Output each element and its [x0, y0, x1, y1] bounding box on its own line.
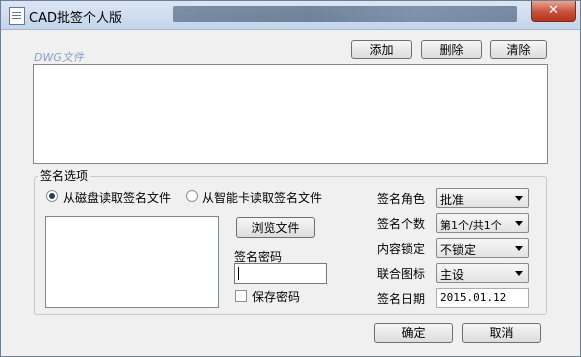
chevron-down-icon — [515, 221, 523, 226]
chevron-down-icon — [515, 271, 523, 276]
password-input[interactable] — [234, 263, 327, 284]
radio-read-from-smartcard-label: 从智能卡读取签名文件 — [202, 191, 323, 205]
field-label-joint-icon: 联合图标 — [376, 267, 425, 281]
redacted-title-area — [173, 6, 517, 22]
dialog-window: CAD批签个人版 ✕ 添加 删除 清除 DWG文件 签名选项 从磁盘读取签名文件… — [0, 0, 581, 357]
role-select-value: 批准 — [440, 193, 465, 207]
joint-icon-select-value: 主设 — [440, 268, 465, 282]
chevron-down-icon — [515, 246, 523, 251]
dwg-file-list[interactable] — [33, 64, 548, 164]
radio-read-from-disk-label: 从磁盘读取签名文件 — [63, 191, 172, 205]
role-select[interactable]: 批准 — [436, 188, 529, 208]
field-label-count: 签名个数 — [376, 217, 425, 231]
field-label-date: 签名日期 — [376, 292, 425, 306]
text-caret — [238, 267, 239, 280]
count-select-value: 第1个/共1个 — [440, 219, 502, 232]
close-button[interactable]: ✕ — [531, 1, 576, 22]
radio-read-from-smartcard[interactable] — [186, 190, 198, 202]
chevron-down-icon — [515, 196, 523, 201]
cancel-button[interactable]: 取消 — [462, 323, 541, 343]
browse-file-button[interactable]: 浏览文件 — [236, 217, 315, 238]
delete-button[interactable]: 删除 — [421, 40, 482, 59]
count-select[interactable]: 第1个/共1个 — [436, 213, 529, 233]
dwg-files-label: DWG文件 — [34, 51, 84, 64]
joint-icon-select[interactable]: 主设 — [436, 263, 529, 283]
signature-preview-box — [45, 216, 219, 308]
lock-select-value: 不锁定 — [440, 243, 477, 257]
radio-read-from-disk[interactable] — [46, 190, 58, 202]
document-icon — [9, 7, 25, 25]
signature-options-title: 签名选项 — [38, 167, 91, 184]
window-title: CAD批签个人版 — [29, 11, 122, 26]
save-password-label: 保存密码 — [252, 290, 301, 304]
add-button[interactable]: 添加 — [351, 40, 412, 59]
ok-button[interactable]: 确定 — [374, 323, 453, 343]
lock-select[interactable]: 不锁定 — [436, 238, 529, 258]
field-label-role: 签名角色 — [376, 192, 425, 206]
field-label-lock: 内容锁定 — [376, 242, 425, 256]
title-bar[interactable]: CAD批签个人版 ✕ — [1, 1, 580, 30]
save-password-checkbox[interactable] — [235, 290, 247, 302]
clear-button[interactable]: 清除 — [490, 40, 547, 59]
signature-date-field[interactable]: 2015.01.12 — [436, 288, 529, 308]
